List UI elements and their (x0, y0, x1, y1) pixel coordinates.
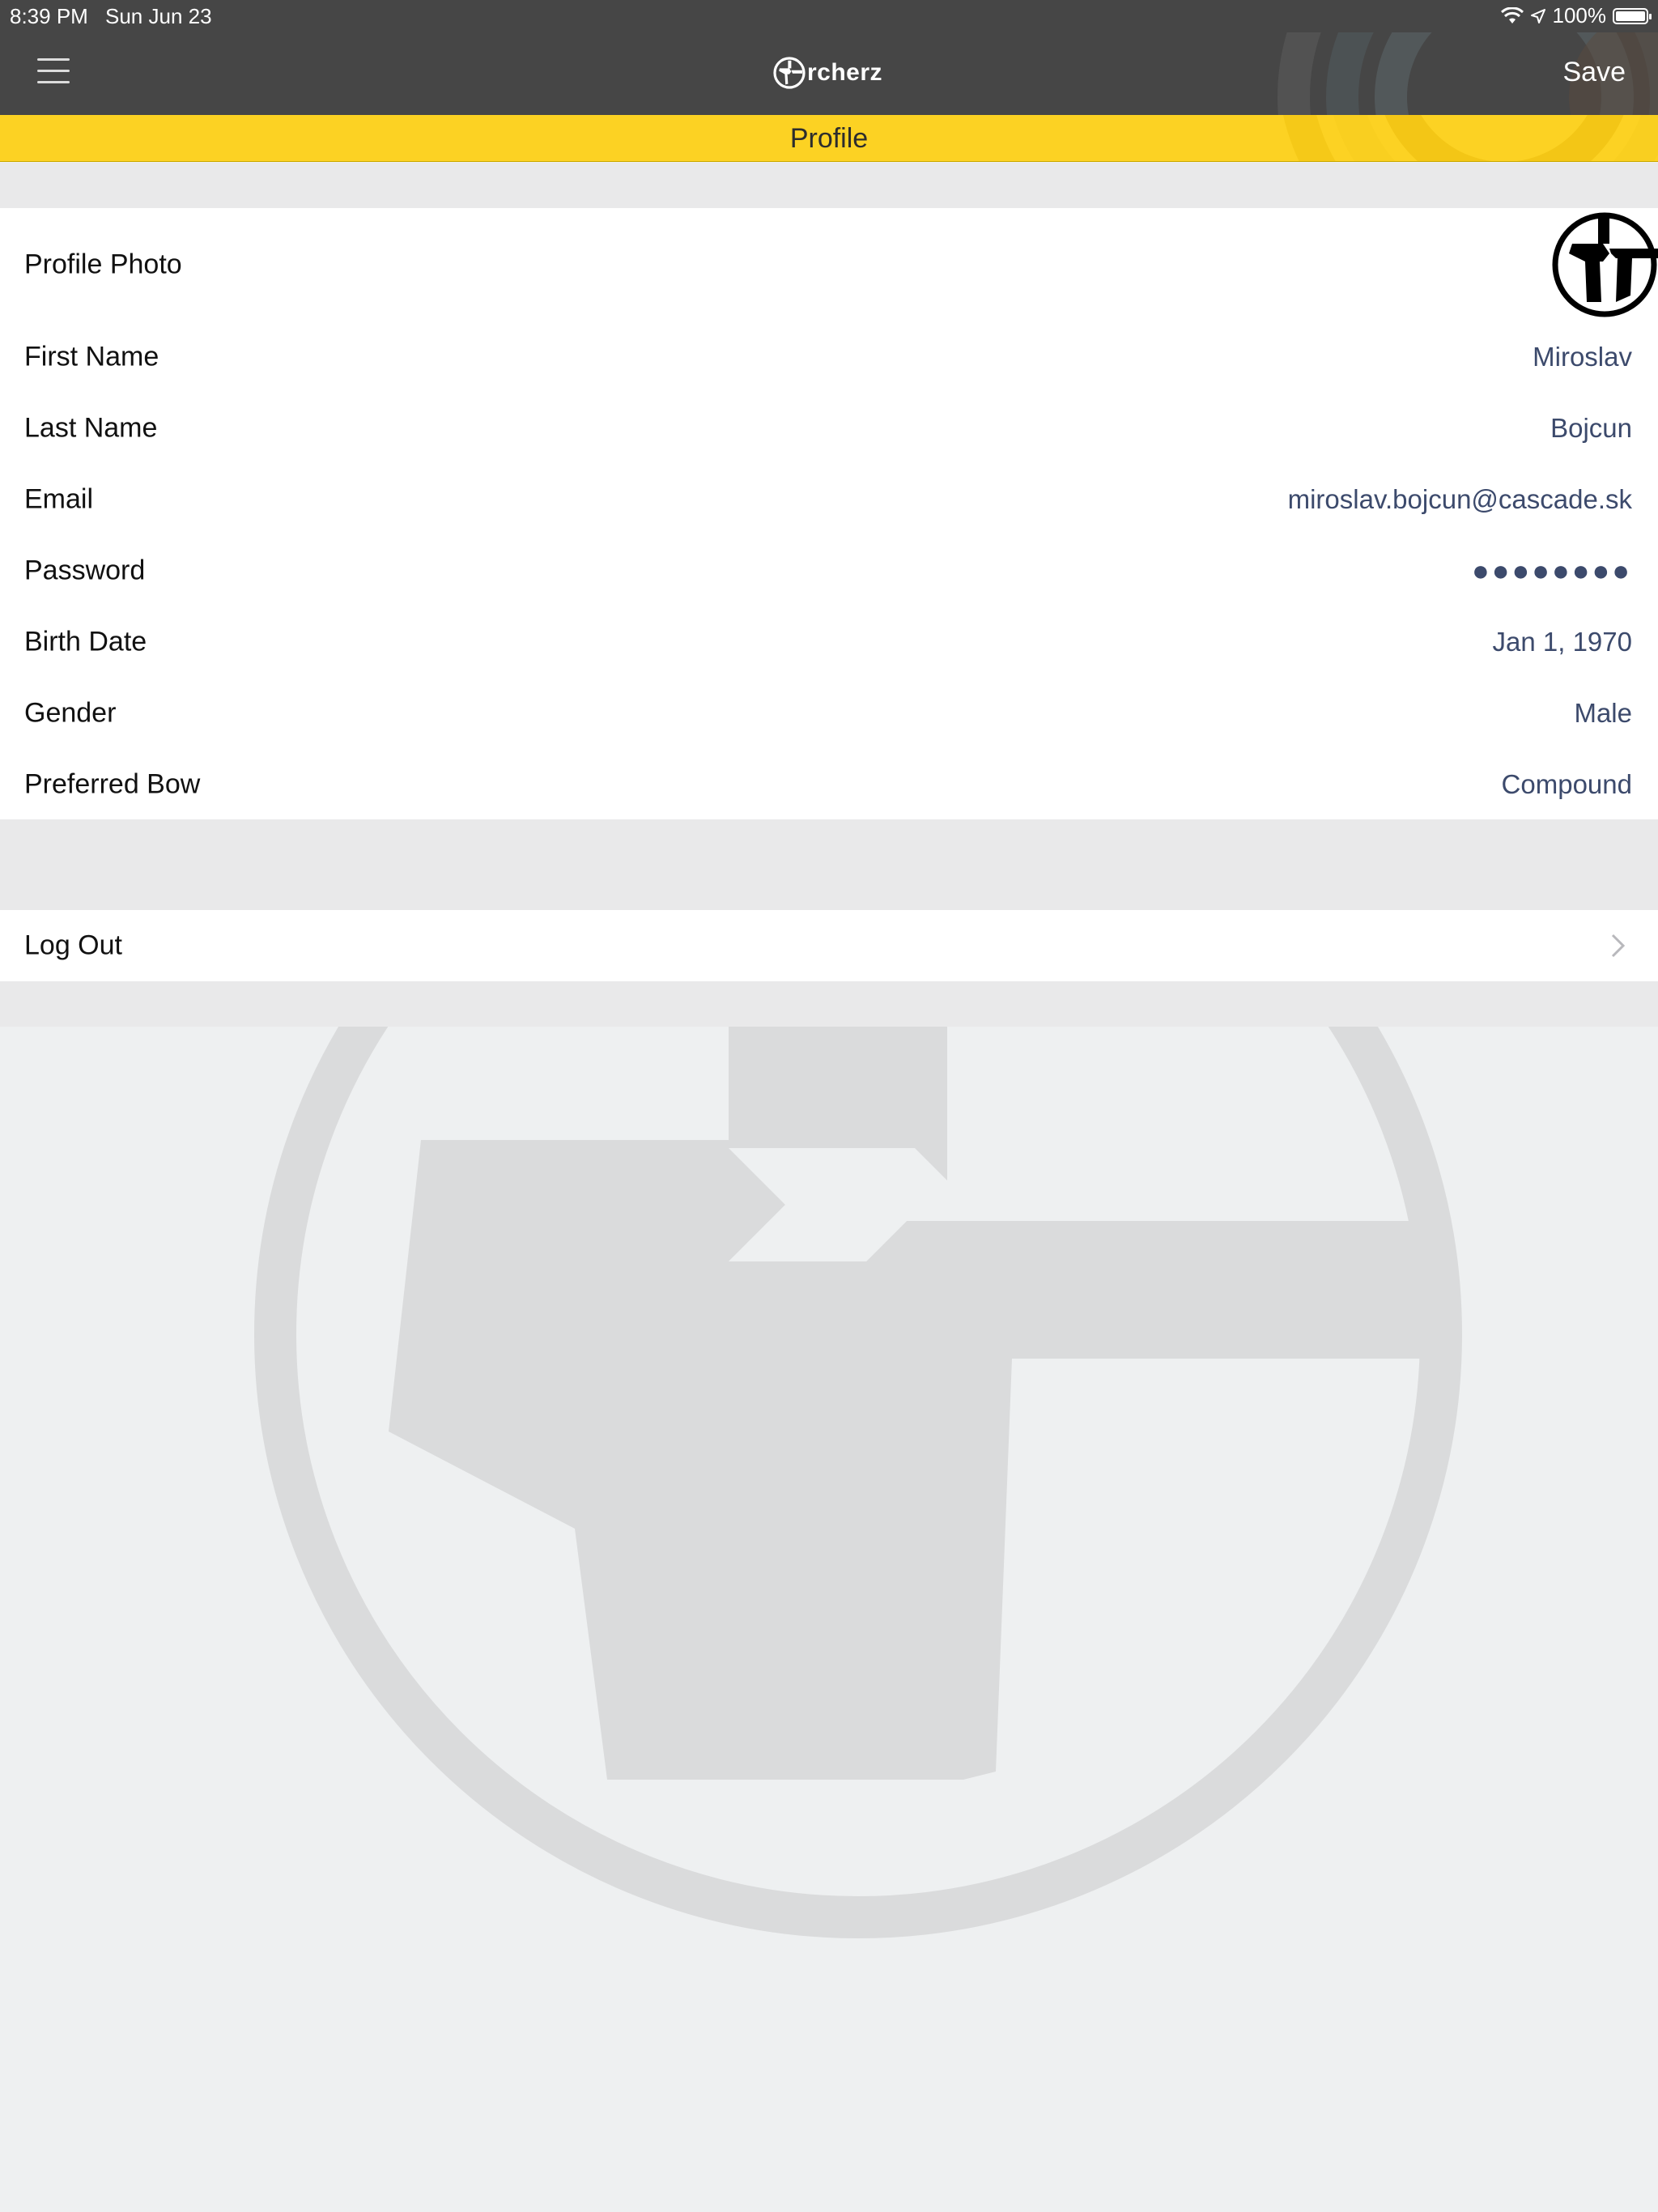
profile-photo-label: Profile Photo (24, 249, 182, 280)
wifi-icon (1500, 6, 1524, 23)
birth-date-row[interactable]: Birth Date Jan 1, 1970 (0, 606, 1658, 678)
profile-photo-row[interactable]: Profile Photo (0, 208, 1658, 321)
target-rings-decoration-yellow (1282, 115, 1658, 161)
section-separator (0, 981, 1658, 1027)
navigation-bar: rcherz Save (0, 32, 1658, 115)
password-row[interactable]: Password ●●●●●●●● (0, 535, 1658, 606)
status-time: 8:39 PM (10, 4, 88, 28)
logout-row[interactable]: Log Out (0, 910, 1658, 981)
first-name-value[interactable]: Miroslav (1533, 342, 1632, 372)
status-bar: 8:39 PM Sun Jun 23 100% (0, 0, 1658, 32)
password-value[interactable]: ●●●●●●●● (1472, 554, 1632, 588)
preferred-bow-row[interactable]: Preferred Bow Compound (0, 749, 1658, 820)
battery-level (1616, 11, 1645, 21)
last-name-label: Last Name (24, 412, 158, 444)
archer-logo-icon (773, 57, 806, 89)
battery-icon (1613, 7, 1652, 24)
archerz-logo: rcherz (773, 57, 882, 89)
gender-value[interactable]: Male (1574, 698, 1632, 729)
status-indicators: 100% (1500, 3, 1652, 28)
page-title: Profile (789, 123, 869, 154)
email-row[interactable]: Email miroslav.bojcun@cascade.sk (0, 464, 1658, 535)
gender-label: Gender (24, 697, 117, 729)
location-icon (1530, 8, 1545, 23)
preferred-bow-label: Preferred Bow (24, 768, 201, 800)
first-name-label: First Name (24, 341, 159, 372)
battery-percentage: 100% (1552, 3, 1607, 28)
section-separator (0, 819, 1658, 910)
birth-date-value[interactable]: Jan 1, 1970 (1493, 627, 1632, 657)
last-name-row[interactable]: Last Name Bojcun (0, 393, 1658, 464)
save-button[interactable]: Save (1563, 57, 1626, 88)
preferred-bow-value[interactable]: Compound (1502, 769, 1632, 800)
section-separator (0, 163, 1658, 208)
profile-screen: 8:39 PM Sun Jun 23 100% rcherz Save Prof… (0, 0, 1658, 2212)
password-label: Password (24, 555, 146, 586)
status-date: Sun Jun 23 (105, 4, 212, 28)
brand-name: rcherz (807, 59, 883, 86)
profile-form: Profile Photo First Name Miroslav Last N… (0, 208, 1658, 819)
email-label: Email (24, 483, 94, 515)
first-name-row[interactable]: First Name Miroslav (0, 321, 1658, 393)
profile-avatar[interactable] (1551, 211, 1658, 318)
birth-date-label: Birth Date (24, 626, 147, 657)
last-name-value[interactable]: Bojcun (1550, 413, 1632, 444)
gender-row[interactable]: Gender Male (0, 678, 1658, 749)
hamburger-menu-icon[interactable] (37, 58, 70, 84)
logout-label: Log Out (24, 929, 122, 961)
archer-logo-watermark (254, 1027, 1462, 1938)
email-value[interactable]: miroslav.bojcun@cascade.sk (1288, 484, 1632, 515)
page-title-bar: Profile (0, 115, 1658, 162)
chevron-right-icon (1611, 934, 1626, 958)
